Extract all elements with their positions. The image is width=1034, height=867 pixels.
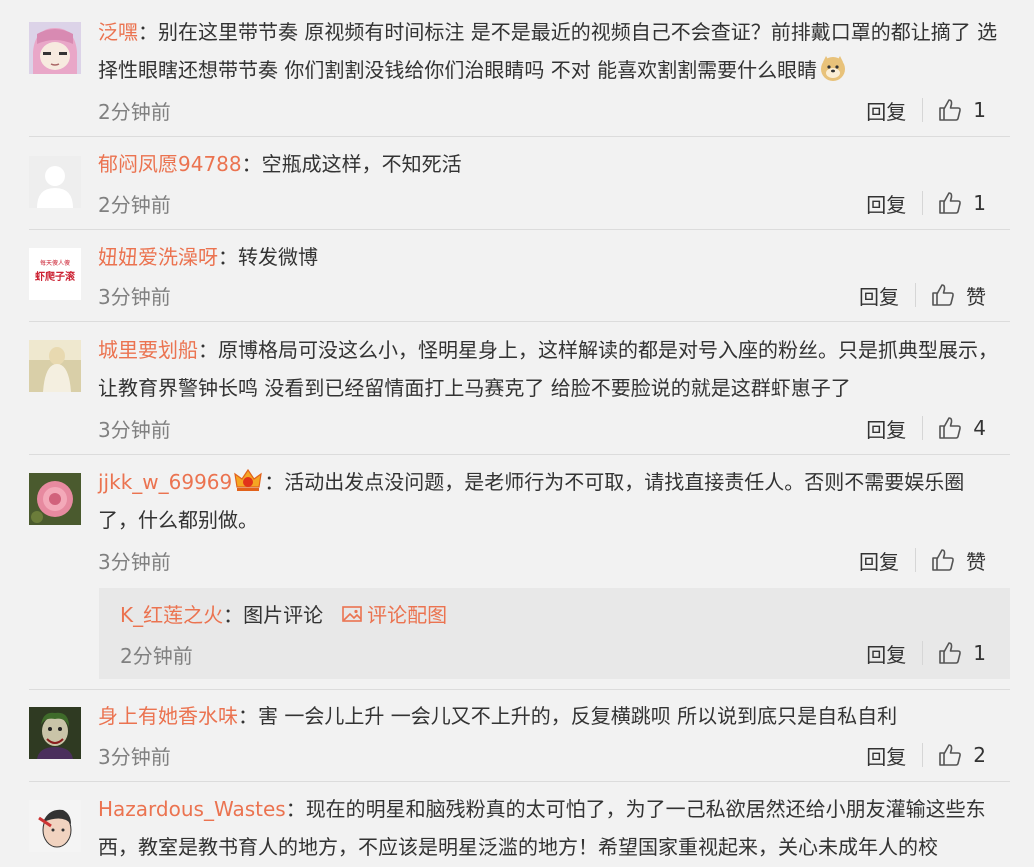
comment-divider bbox=[29, 781, 1010, 782]
comment-divider bbox=[29, 136, 1010, 137]
comment-time: 3分钟前 bbox=[98, 285, 171, 309]
thumbs-up-icon bbox=[939, 417, 962, 439]
comment-time: 2分钟前 bbox=[98, 193, 171, 217]
comment-actions: 回复 4 bbox=[866, 414, 986, 442]
reply-button[interactable]: 回复 bbox=[866, 741, 906, 770]
image-icon bbox=[342, 606, 362, 622]
like-count: 赞 bbox=[966, 549, 986, 574]
like-button[interactable]: 赞 bbox=[930, 546, 986, 575]
comment-content: 别在这里带节奏 原视频有时间标注 是不是最近的视频自己不会查证？前排戴口罩的都让… bbox=[98, 20, 998, 82]
comment-feed: 泛嘿：别在这里带节奏 原视频有时间标注 是不是最近的视频自己不会查证？前排戴口罩… bbox=[0, 0, 1034, 867]
like-count: 赞 bbox=[966, 284, 986, 309]
doge-emoji-icon bbox=[819, 54, 847, 82]
like-button[interactable]: 1 bbox=[937, 97, 986, 123]
comment-text: Hazardous_Wastes：现在的明星和脑残粉真的太可怕了，为了一己私欲居… bbox=[98, 797, 986, 859]
action-divider bbox=[915, 283, 916, 307]
comment-content: 害 一会儿上升 一会儿又不上升的，反复横跳呗 所以说到底只是自私自利 bbox=[258, 704, 898, 728]
like-count: 2 bbox=[973, 743, 986, 767]
username-link[interactable]: 妞妞爱洗澡呀 bbox=[98, 245, 218, 269]
sub-reply-text: K_红莲之火：图片评论 评论配图 bbox=[120, 603, 448, 627]
comment-content: 转发微博 bbox=[238, 245, 318, 269]
username-link[interactable]: K_红莲之火 bbox=[120, 603, 223, 627]
like-count: 1 bbox=[973, 98, 986, 122]
comment-time: 3分钟前 bbox=[98, 745, 171, 769]
view-image-link[interactable]: 评论配图 bbox=[341, 603, 447, 627]
action-divider bbox=[922, 98, 924, 122]
comment-divider bbox=[29, 321, 1010, 322]
username-link[interactable]: 泛嘿 bbox=[98, 20, 138, 44]
svg-text:虾爬子滚: 虾爬子滚 bbox=[35, 270, 76, 283]
username-link[interactable]: Hazardous_Wastes bbox=[98, 797, 286, 821]
avatar[interactable] bbox=[29, 340, 81, 392]
action-divider bbox=[915, 548, 916, 572]
avatar[interactable] bbox=[29, 800, 81, 852]
like-button[interactable]: 1 bbox=[937, 640, 986, 666]
action-divider bbox=[922, 191, 924, 215]
comment-text: 妞妞爱洗澡呀：转发微博 bbox=[98, 245, 318, 269]
comment-actions: 回复 1 bbox=[866, 96, 986, 124]
comment-time: 3分钟前 bbox=[98, 550, 171, 574]
username-link[interactable]: 郁闷凤愿94788 bbox=[98, 152, 242, 176]
comment-time: 2分钟前 bbox=[98, 100, 171, 124]
username-link[interactable]: 城里要划船 bbox=[98, 338, 198, 362]
comment-divider bbox=[29, 689, 1010, 690]
action-divider bbox=[922, 416, 924, 440]
comment-content: 空瓶成这样，不知死活 bbox=[261, 152, 462, 176]
svg-text:每天傻人傻: 每天傻人傻 bbox=[40, 259, 70, 267]
reply-button[interactable]: 回复 bbox=[866, 189, 906, 218]
sub-reply-box: K_红莲之火：图片评论 评论配图 2分钟前 回复 1 bbox=[99, 588, 1010, 679]
like-count: 1 bbox=[973, 641, 986, 665]
comment-text: jjkk_w_69969 ：活动出发点没问题，是老师行为不可取，请找直接责任人。否… bbox=[98, 463, 1003, 539]
sub-reply-time: 2分钟前 bbox=[120, 644, 193, 668]
vip-crown-badge-icon[interactable] bbox=[233, 467, 263, 493]
reply-button[interactable]: 回复 bbox=[866, 414, 906, 443]
comment-time: 3分钟前 bbox=[98, 418, 171, 442]
thumbs-up-icon bbox=[939, 99, 962, 121]
comment-text: 身上有她香水味：害 一会儿上升 一会儿又不上升的，反复横跳呗 所以说到底只是自私… bbox=[98, 704, 898, 728]
comment-divider bbox=[29, 229, 1010, 230]
thumbs-up-icon bbox=[932, 284, 954, 306]
username-link[interactable]: jjkk_w_69969 bbox=[98, 470, 232, 494]
avatar[interactable]: 每天傻人傻 虾爬子滚 bbox=[29, 248, 81, 300]
thumbs-up-icon bbox=[939, 642, 962, 664]
avatar[interactable] bbox=[29, 156, 81, 208]
like-button[interactable]: 2 bbox=[937, 742, 986, 768]
reply-button[interactable]: 回复 bbox=[866, 639, 906, 668]
comment-text: 城里要划船：原博格局可没这么小，怪明星身上，这样解读的都是对号入座的粉丝。只是抓… bbox=[98, 338, 998, 400]
reply-button[interactable]: 回复 bbox=[866, 96, 906, 125]
like-count: 4 bbox=[973, 416, 986, 440]
like-count: 1 bbox=[973, 191, 986, 215]
comment-divider bbox=[29, 454, 1010, 455]
avatar[interactable] bbox=[29, 22, 81, 74]
reply-button[interactable]: 回复 bbox=[859, 546, 899, 575]
avatar[interactable] bbox=[29, 707, 81, 759]
like-button[interactable]: 赞 bbox=[930, 281, 986, 310]
comment-actions: 回复 赞 bbox=[859, 281, 986, 309]
comment-actions: 回复 1 bbox=[866, 189, 986, 217]
sub-reply-actions: 回复 1 bbox=[866, 639, 986, 667]
thumbs-up-icon bbox=[932, 549, 954, 571]
like-button[interactable]: 1 bbox=[937, 190, 986, 216]
action-divider bbox=[922, 743, 924, 767]
comment-text: 郁闷凤愿94788：空瓶成这样，不知死活 bbox=[98, 152, 462, 176]
comment-content: 原博格局可没这么小，怪明星身上，这样解读的都是对号入座的粉丝。只是抓典型展示，让… bbox=[98, 338, 998, 400]
comment-actions: 回复 赞 bbox=[859, 546, 986, 574]
comment-text: 泛嘿：别在这里带节奏 原视频有时间标注 是不是最近的视频自己不会查证？前排戴口罩… bbox=[98, 20, 998, 82]
thumbs-up-icon bbox=[939, 744, 962, 766]
username-link[interactable]: 身上有她香水味 bbox=[98, 704, 238, 728]
action-divider bbox=[922, 641, 924, 665]
sub-reply-content: 图片评论 bbox=[243, 603, 324, 627]
like-button[interactable]: 4 bbox=[937, 415, 986, 441]
reply-button[interactable]: 回复 bbox=[859, 281, 899, 310]
comment-actions: 回复 2 bbox=[866, 741, 986, 769]
avatar[interactable] bbox=[29, 473, 81, 525]
avatar-image: 每天傻人傻虾爬子滚 bbox=[29, 248, 81, 300]
thumbs-up-icon bbox=[939, 192, 962, 214]
